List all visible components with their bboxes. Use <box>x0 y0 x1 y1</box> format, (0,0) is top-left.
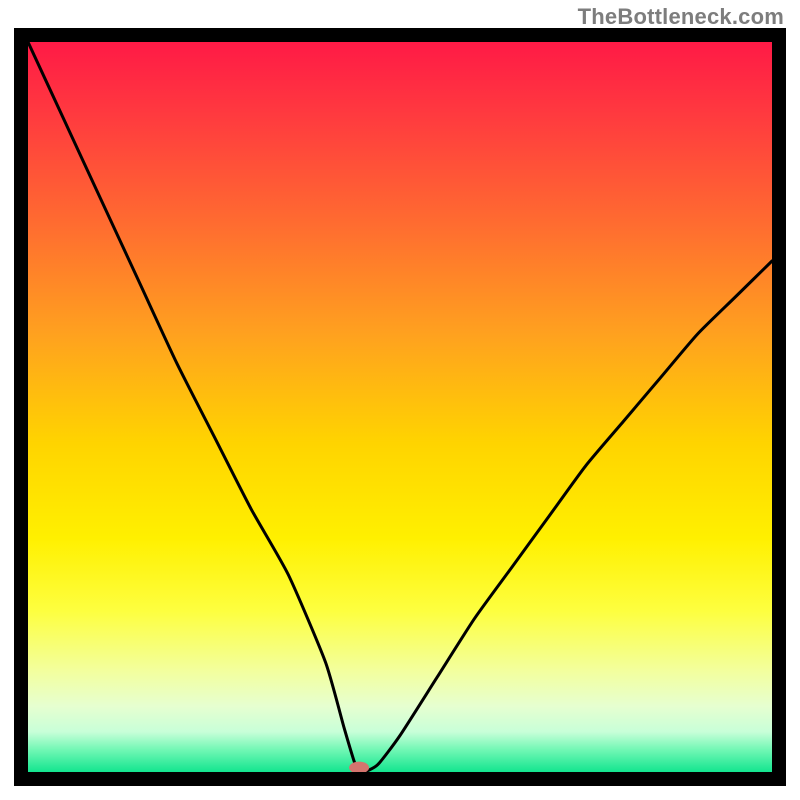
chart-background <box>28 42 772 772</box>
notch-marker <box>349 762 369 774</box>
watermark: TheBottleneck.com <box>578 4 784 30</box>
plot-frame <box>14 28 786 786</box>
chart-svg <box>14 28 786 786</box>
chart-container: TheBottleneck.com <box>0 0 800 800</box>
